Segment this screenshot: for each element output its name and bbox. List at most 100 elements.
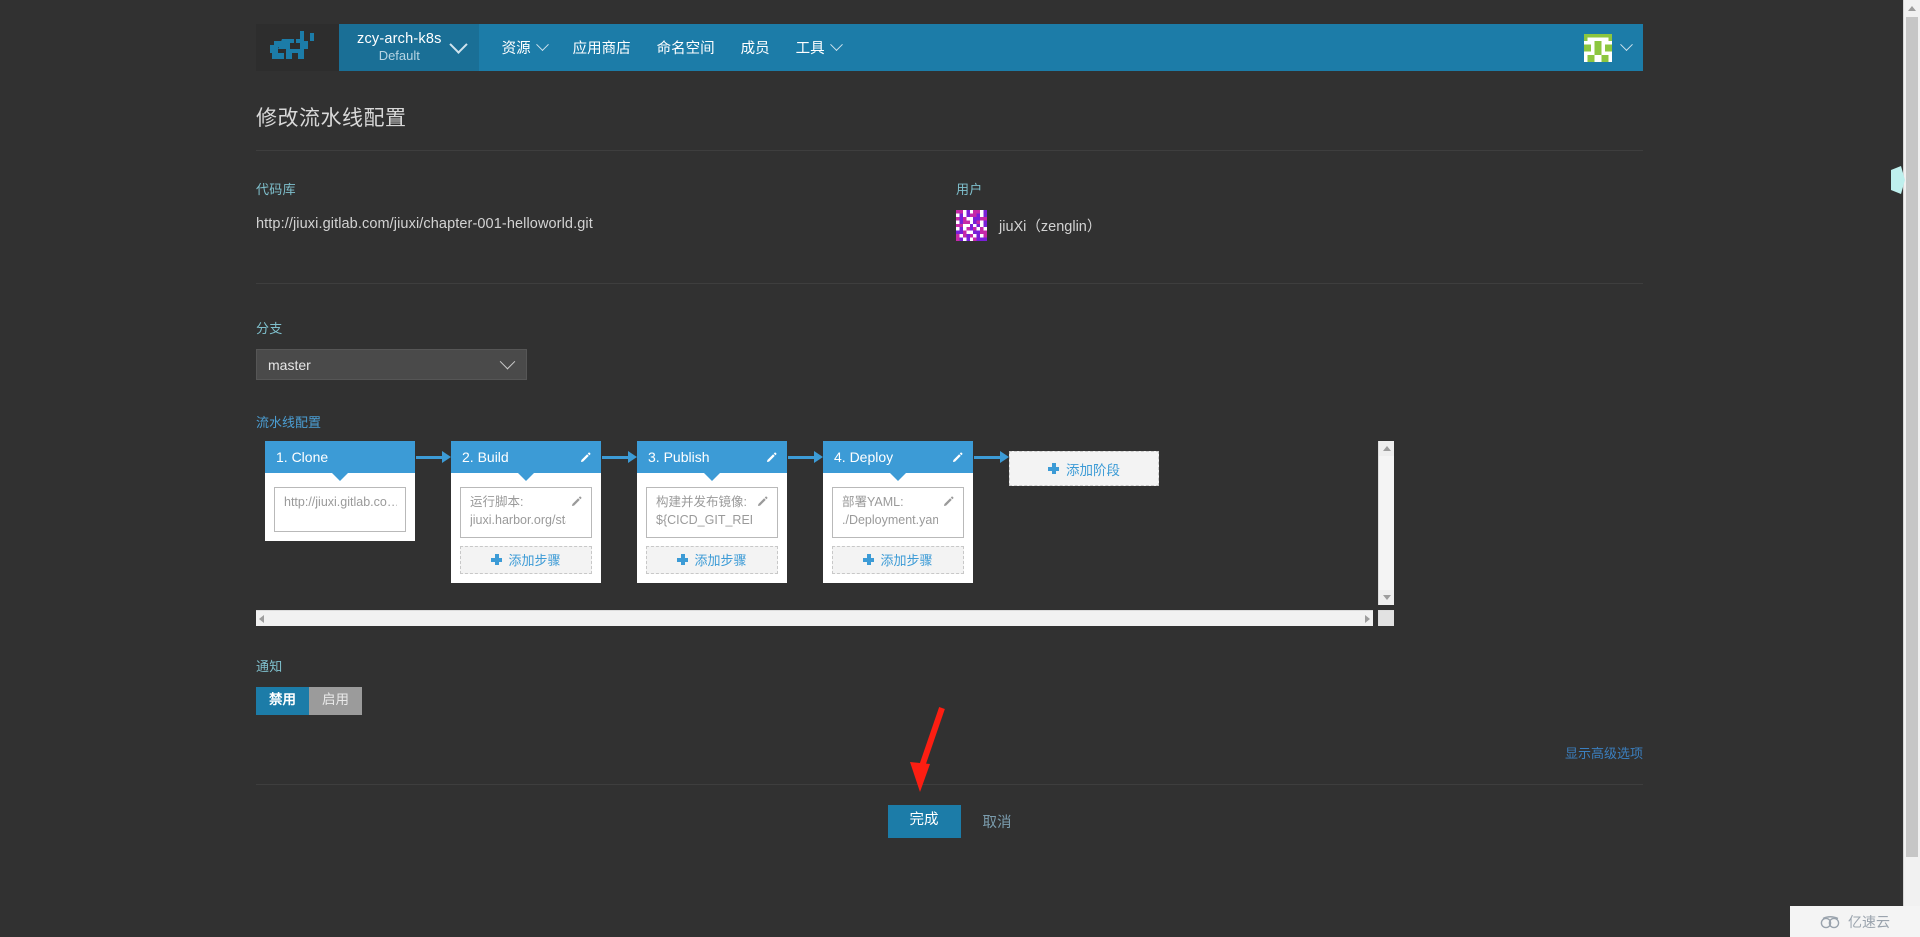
nav-item-label: 应用商店 — [572, 41, 631, 57]
pipeline-stage[interactable]: 4. Deploy 部署YAML: ./Deployment.yaml 添加步骤 — [823, 441, 973, 583]
add-step-label: 添加步骤 — [880, 553, 933, 568]
notify-option-disabled[interactable]: 禁用 — [256, 687, 309, 715]
account-menu[interactable] — [1572, 24, 1643, 71]
stage-header[interactable]: 4. Deploy — [823, 441, 973, 473]
chevron-down-icon — [499, 353, 516, 370]
add-step-label: 添加步骤 — [694, 553, 747, 568]
nav-item-namespace[interactable]: 命名空间 — [644, 24, 728, 71]
scroll-track[interactable] — [1379, 456, 1394, 590]
project-switcher-texts: zcy-arch-k8s Default — [357, 31, 442, 65]
pipeline-horizontal-scrollbar[interactable] — [256, 610, 1373, 626]
add-step-button[interactable]: 添加步骤 — [832, 545, 964, 574]
stage-title: 3. Publish — [648, 449, 710, 465]
stage-connector-arrow-icon — [415, 441, 451, 473]
chevron-down-icon — [1620, 38, 1633, 52]
stage-header[interactable]: 2. Build — [451, 441, 601, 473]
triangle-right-icon[interactable] — [1365, 614, 1370, 623]
add-stage-button[interactable]: 添加阶段 — [1009, 451, 1159, 486]
nav-item-resources[interactable]: 资源 — [489, 24, 560, 71]
stage-header[interactable]: 1. Clone — [265, 441, 415, 473]
browser-scrollbar[interactable] — [1903, 0, 1920, 937]
user-block: 用户 jiuXi（zenglin） — [956, 179, 1643, 241]
chevron-down-icon — [829, 38, 843, 52]
project-subtitle: Default — [378, 48, 420, 64]
stage-header[interactable]: 3. Publish — [637, 441, 787, 473]
chevron-down-icon — [535, 38, 549, 52]
plus-icon — [1048, 463, 1059, 474]
stage-connector-arrow-icon — [787, 441, 823, 473]
step-text-line1: 运行脚本: — [470, 495, 524, 509]
pencil-icon[interactable] — [765, 451, 778, 464]
pipeline-stage[interactable]: 3. Publish 构建并发布镜像: ${CICD_GIT_RE 添加步骤 — [637, 441, 787, 583]
triangle-down-icon — [1382, 595, 1391, 600]
repo-url-value: http://jiuxi.gitlab.com/jiuxi/chapter-00… — [256, 216, 593, 232]
add-step-label: 添加步骤 — [508, 553, 561, 568]
pipeline-stage[interactable]: 1. Clone http://jiuxi.gitlab.co… — [265, 441, 415, 541]
pencil-icon[interactable] — [756, 495, 769, 508]
project-switcher[interactable]: zcy-arch-k8s Default — [339, 24, 479, 71]
pipeline-canvas: 1. Clone http://jiuxi.gitlab.co… 2. Buil… — [256, 441, 1373, 605]
add-step-button[interactable]: 添加步骤 — [646, 545, 778, 574]
pencil-icon[interactable] — [951, 451, 964, 464]
cancel-button[interactable]: 取消 — [983, 811, 1012, 832]
submit-button[interactable]: 完成 — [887, 804, 961, 838]
triangle-up-icon — [1382, 446, 1391, 451]
step-text: http://jiuxi.gitlab.co… — [284, 495, 397, 509]
user-label: 用户 — [956, 182, 983, 197]
branch-select-value: master — [268, 356, 311, 373]
step-text: 构建并发布镜像: ${CICD_GIT_REPO_… — [656, 494, 752, 530]
nav-item-appstore[interactable]: 应用商店 — [560, 24, 644, 71]
pipeline-step[interactable]: 构建并发布镜像: ${CICD_GIT_REPO_… — [646, 487, 778, 538]
pipeline-step[interactable]: 运行脚本: jiuxi.harbor.org/sta… — [460, 487, 592, 538]
pencil-icon[interactable] — [942, 495, 955, 508]
scroll-up-button[interactable] — [1379, 441, 1394, 456]
stage-body: http://jiuxi.gitlab.co… — [265, 481, 415, 541]
nav-item-members[interactable]: 成员 — [728, 24, 783, 71]
notify-option-enabled[interactable]: 启用 — [309, 687, 362, 715]
step-text-line1: 部署YAML: — [842, 495, 904, 509]
nav-item-label: 命名空间 — [656, 41, 715, 57]
chevron-down-icon — [448, 35, 468, 54]
pipeline-vertical-scrollbar[interactable] — [1378, 441, 1394, 605]
scroll-up-button[interactable] — [1904, 0, 1920, 17]
pencil-icon[interactable] — [579, 451, 592, 464]
stage-title: 1. Clone — [276, 449, 329, 465]
scrollbar-highlight-marker-icon — [1891, 166, 1905, 194]
user-name: jiuXi（zenglin） — [999, 219, 1102, 235]
step-text-line2: jiuxi.harbor.org/sta… — [470, 512, 566, 527]
pencil-icon[interactable] — [570, 495, 583, 508]
watermark-text: 亿速云 — [1848, 913, 1890, 930]
branch-label: 分支 — [256, 321, 283, 336]
nav-item-tools[interactable]: 工具 — [783, 24, 854, 71]
branch-select[interactable]: master — [256, 349, 527, 380]
stage-caret-icon — [518, 473, 534, 481]
step-text-line2: ./Deployment.yaml — [842, 512, 938, 527]
page-title: 修改流水线配置 — [256, 88, 1643, 151]
watermark: 亿速云 — [1790, 906, 1920, 937]
show-advanced-options-link[interactable]: 显示高级选项 — [256, 743, 1643, 762]
pipeline-step[interactable]: 部署YAML: ./Deployment.yaml — [832, 487, 964, 538]
logo-container[interactable] — [256, 24, 339, 71]
add-step-button[interactable]: 添加步骤 — [460, 545, 592, 574]
pipeline-stage[interactable]: 2. Build 运行脚本: jiuxi.harbor.org/st 添加步骤 — [451, 441, 601, 583]
pipeline-step[interactable]: http://jiuxi.gitlab.co… — [274, 487, 406, 532]
scroll-down-button[interactable] — [1379, 590, 1394, 605]
stage-title: 4. Deploy — [834, 449, 894, 465]
project-name: zcy-arch-k8s — [357, 30, 442, 47]
plus-icon — [863, 554, 875, 565]
repo-block: 代码库 http://jiuxi.gitlab.com/jiuxi/chapte… — [256, 179, 956, 241]
main-nav: 资源 应用商店 命名空间 成员 工具 — [479, 24, 854, 71]
stage-connector-arrow-icon — [973, 441, 1009, 473]
user-avatar-identicon — [1584, 33, 1612, 62]
pipeline-label: 流水线配置 — [256, 415, 322, 430]
stage-caret-icon — [332, 473, 348, 481]
triangle-left-icon[interactable] — [259, 614, 264, 623]
stage-caret-icon — [704, 473, 720, 481]
step-text-line1: 构建并发布镜像: — [656, 495, 747, 509]
triangle-up-icon — [1908, 6, 1916, 11]
top-navbar: zcy-arch-k8s Default 资源 应用商店 命名空间 成员 工具 — [256, 24, 1643, 71]
scrollbar-thumb[interactable] — [1906, 17, 1918, 857]
notify-section: 通知 禁用 启用 — [256, 626, 1643, 715]
cloud-icon — [1820, 915, 1840, 928]
scrollbar-corner — [1378, 610, 1394, 626]
